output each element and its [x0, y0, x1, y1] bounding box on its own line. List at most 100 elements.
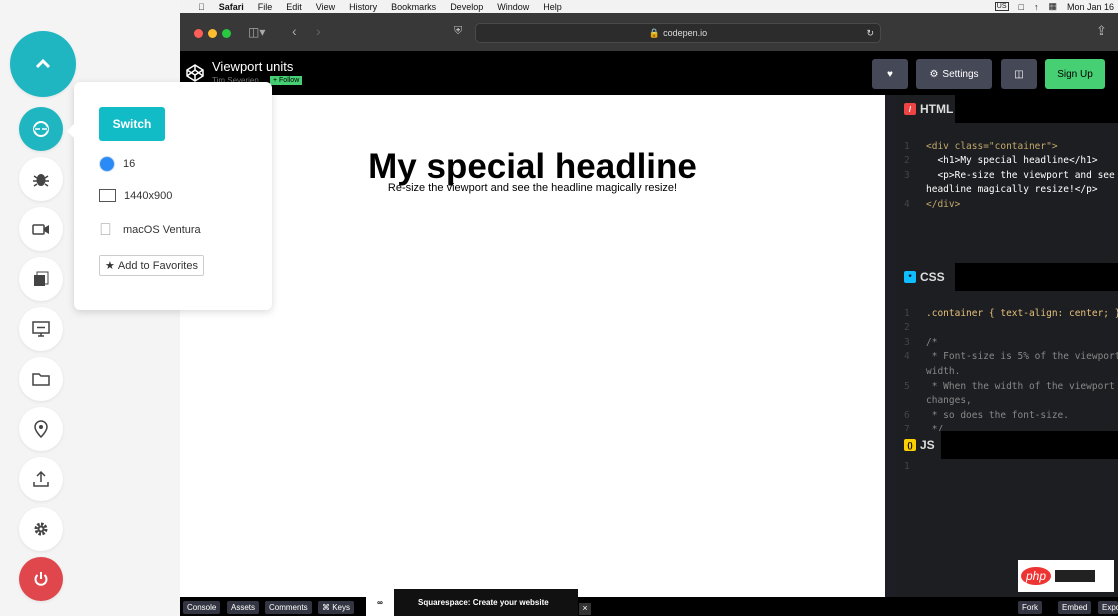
- preview-pane: My special headline Re-size the viewport…: [180, 95, 885, 597]
- layout-icon: ◫: [1014, 68, 1024, 80]
- keys-button[interactable]: ⌘ Keys: [318, 601, 355, 614]
- apple-menu-icon[interactable]: : [198, 2, 205, 12]
- debug-button[interactable]: [19, 157, 63, 201]
- css-code[interactable]: 1 .container { text-align: center; } 2 3/* 4…: [895, 292, 1118, 450]
- close-window-button[interactable]: [194, 29, 203, 38]
- menu-history[interactable]: History: [349, 2, 377, 12]
- css-label: CSS: [920, 270, 945, 284]
- js-code[interactable]: 1: [895, 460, 1118, 475]
- lock-icon: 🔒: [648, 27, 661, 38]
- wifi-icon[interactable]: ↑: [1034, 2, 1039, 12]
- menu-edit[interactable]: Edit: [286, 2, 302, 12]
- collapse-button[interactable]: [10, 31, 76, 97]
- screenshots-button[interactable]: [19, 257, 63, 301]
- comments-button[interactable]: Comments: [265, 601, 312, 614]
- reload-icon[interactable]: ↻: [866, 28, 874, 39]
- safari-toolbar: ◫▾ ‹ › ⛨ 🔒 codepen.io ↻ ⇪: [180, 13, 1118, 51]
- star-icon: ★: [105, 260, 115, 272]
- browser-version: 16: [123, 158, 136, 170]
- ad-text: Squarespace: Create your website: [418, 598, 549, 607]
- settings-button[interactable]: ⚙ Settings: [916, 59, 992, 89]
- signup-button[interactable]: Sign Up: [1045, 59, 1105, 89]
- code-line: .container { text-align: center; }: [926, 307, 1118, 319]
- ad-banner[interactable]: ∞ Squarespace: Create your website: [366, 589, 578, 616]
- monitor-icon: [99, 189, 116, 202]
- control-center-icon[interactable]: ▦: [1048, 1, 1057, 12]
- switch-button[interactable]: Switch: [99, 107, 165, 141]
- apple-icon: : [99, 220, 115, 240]
- settings-button[interactable]: [19, 507, 63, 551]
- menu-help[interactable]: Help: [543, 2, 562, 12]
- shield-icon[interactable]: ⛨: [454, 25, 462, 38]
- input-source[interactable]: US: [994, 2, 1009, 11]
- css-editor-tab[interactable]: * CSS: [895, 263, 1118, 291]
- monitor-icon: [32, 321, 50, 337]
- export-button[interactable]: Export: [1098, 601, 1118, 614]
- code-line: * Font-size is 5% of the viewport: [926, 351, 1118, 363]
- follow-button[interactable]: + Follow: [270, 76, 303, 85]
- address-bar[interactable]: 🔒 codepen.io ↻: [475, 23, 881, 43]
- sidebar-toggle-icon[interactable]: ◫▾: [248, 25, 265, 39]
- menu-file[interactable]: File: [258, 2, 273, 12]
- back-icon[interactable]: ‹: [292, 23, 297, 39]
- safari-icon: [99, 156, 115, 172]
- html-editor-tab[interactable]: / HTML: [895, 95, 1118, 123]
- chevron-up-icon: [35, 58, 51, 69]
- code-line: </div>: [926, 198, 961, 210]
- clock[interactable]: Mon Jan 16: [1067, 2, 1114, 12]
- heart-icon: ♥: [887, 68, 893, 80]
- love-button[interactable]: ♥: [872, 59, 908, 89]
- macos-menubar:  Safari File Edit View History Bookmark…: [180, 0, 1118, 13]
- squarespace-logo-icon: ∞: [366, 589, 394, 616]
- favorites-label: Add to Favorites: [117, 259, 198, 272]
- html-code[interactable]: 1 <div class="container"> 2 <h1>My special…: [895, 125, 1118, 242]
- add-to-favorites-button[interactable]: ★ Add to Favorites: [99, 255, 204, 276]
- switch-browser-button[interactable]: [19, 107, 63, 151]
- resize-gutter[interactable]: [885, 95, 895, 597]
- record-video-button[interactable]: [19, 207, 63, 251]
- forward-icon[interactable]: ›: [316, 23, 321, 39]
- fork-button[interactable]: Fork: [1018, 601, 1042, 614]
- embed-button[interactable]: Embed: [1058, 601, 1092, 614]
- resolution-button[interactable]: [19, 307, 63, 351]
- watermark-logo: php: [1018, 560, 1114, 592]
- js-editor-tab[interactable]: () JS: [895, 431, 1118, 459]
- codepen-logo-icon[interactable]: [185, 63, 205, 83]
- pen-title[interactable]: Viewport units: [212, 59, 293, 74]
- upload-button[interactable]: [19, 457, 63, 501]
- menu-develop[interactable]: Develop: [450, 2, 483, 12]
- minimize-window-button[interactable]: [208, 29, 217, 38]
- power-icon: [34, 572, 48, 586]
- code-line: <h1>My special headline</h1>: [926, 155, 1098, 167]
- upload-icon: [33, 470, 49, 487]
- zoom-window-button[interactable]: [222, 29, 231, 38]
- menu-view[interactable]: View: [316, 2, 335, 12]
- window-icon[interactable]: □: [1019, 2, 1024, 12]
- html-label: HTML: [920, 102, 954, 116]
- menu-bookmarks[interactable]: Bookmarks: [391, 2, 436, 12]
- preview-headline: My special headline: [368, 147, 697, 186]
- code-line: * so does the font-size.: [926, 409, 1069, 421]
- files-button[interactable]: [19, 357, 63, 401]
- browser-info-popup: Switch 16 1440x900  macOS Ventura ★Add t…: [67, 82, 272, 310]
- code-line: * When the width of the viewport: [926, 380, 1115, 392]
- switch-icon: [33, 121, 49, 137]
- close-ad-icon[interactable]: ×: [579, 603, 591, 615]
- layout-button[interactable]: ◫: [1001, 59, 1037, 89]
- menu-window[interactable]: Window: [497, 2, 529, 12]
- location-button[interactable]: [19, 407, 63, 451]
- folder-icon: [32, 373, 50, 386]
- code-line: /*: [926, 336, 938, 348]
- power-button[interactable]: [19, 557, 63, 601]
- codepen-header: Viewport units Tim Severien + Follow ♥ ⚙…: [180, 51, 1118, 95]
- gallery-icon: [34, 271, 49, 286]
- code-line: changes,: [926, 395, 972, 407]
- settings-label: Settings: [942, 68, 979, 80]
- editor-panel: / HTML 1 <div class="container"> 2 <h1>My s…: [895, 95, 1118, 597]
- preview-paragraph: Re-size the viewport and see the headlin…: [387, 182, 678, 194]
- menu-safari[interactable]: Safari: [219, 2, 244, 12]
- share-icon[interactable]: ⇪: [1096, 23, 1107, 39]
- video-camera-icon: [32, 224, 49, 235]
- assets-button[interactable]: Assets: [227, 601, 260, 614]
- console-button[interactable]: Console: [183, 601, 221, 614]
